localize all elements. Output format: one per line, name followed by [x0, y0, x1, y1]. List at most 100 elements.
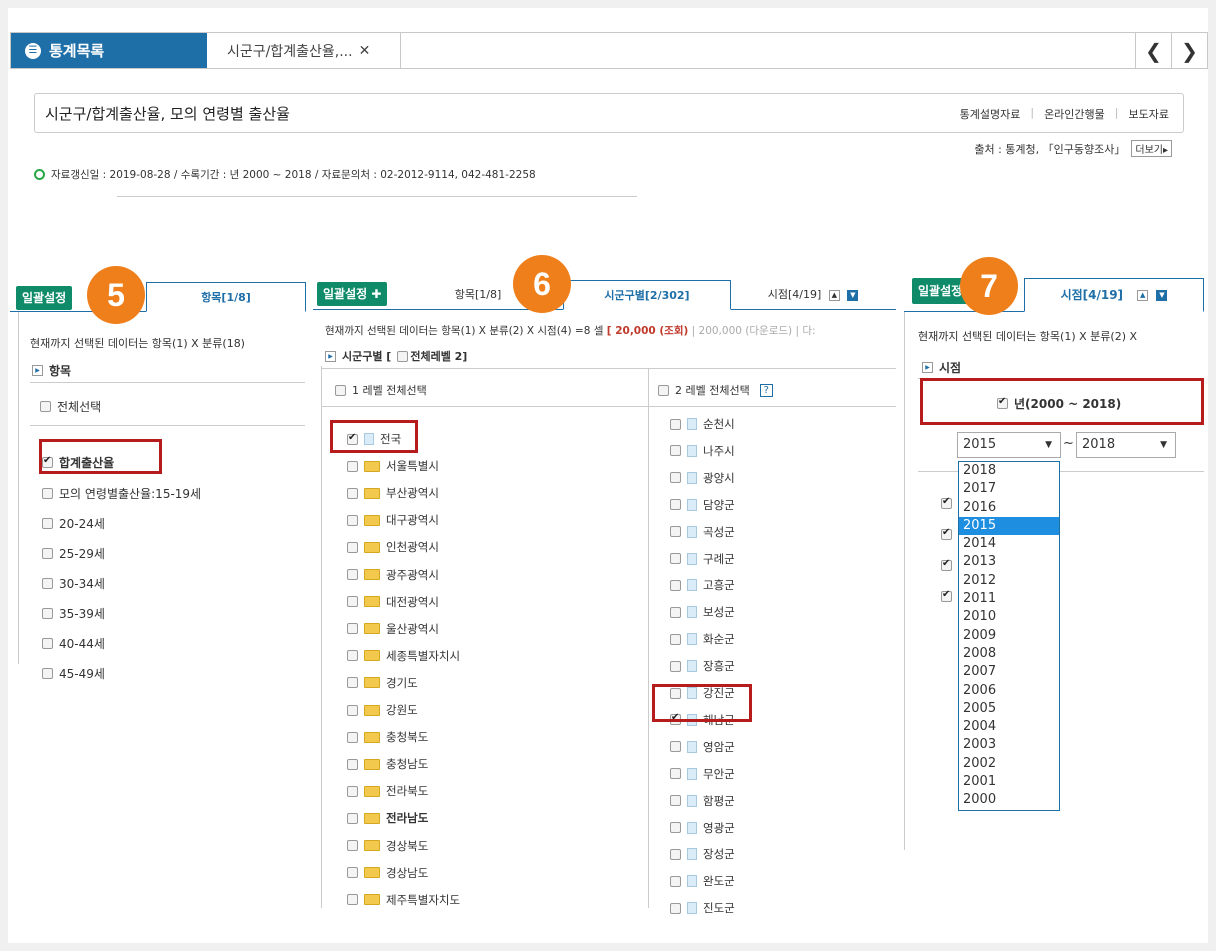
checkbox[interactable] [670, 902, 681, 914]
checkbox[interactable] [941, 496, 952, 509]
region-item[interactable]: 경상북도 [347, 838, 428, 854]
region-item[interactable]: 영광군 [670, 820, 735, 836]
checkbox[interactable] [941, 527, 952, 540]
checkbox[interactable] [670, 848, 681, 860]
year-option[interactable]: 2005 [959, 700, 1059, 718]
tab-region[interactable]: 시군구별[2/302] [563, 280, 731, 310]
region-item[interactable]: 곡성군 [670, 524, 735, 540]
region-item[interactable]: 광주광역시 [347, 567, 439, 583]
checkbox[interactable] [670, 579, 681, 591]
region-item[interactable]: 세종특별자치시 [347, 648, 460, 664]
expand-icon[interactable]: ▼ [847, 289, 859, 301]
collapse-icon[interactable]: ▲ [828, 289, 840, 301]
region-item[interactable]: 영암군 [670, 739, 735, 755]
region-item[interactable]: 진도군 [670, 900, 735, 916]
checkbox[interactable] [347, 785, 358, 797]
checkbox[interactable] [40, 401, 51, 412]
checkbox[interactable] [670, 606, 681, 618]
prev-button[interactable]: ❮ [1135, 33, 1171, 68]
list-item[interactable]: 20-24세 [42, 515, 105, 532]
tab-stat-list[interactable]: ☰ 통계목록 [11, 33, 207, 68]
year-option[interactable]: 2015 [959, 516, 1059, 536]
checkbox[interactable] [347, 650, 358, 662]
checkbox[interactable] [941, 558, 952, 571]
expand-icon[interactable]: ▼ [1156, 290, 1168, 301]
tab-time[interactable]: 시점[4/19] ▲ ▼ [753, 280, 873, 310]
year-option[interactable]: 2013 [959, 553, 1059, 571]
region-item[interactable]: 강원도 [347, 702, 418, 718]
close-icon[interactable]: ✕ [359, 43, 371, 59]
link-press-release[interactable]: 보도자료 [1129, 106, 1169, 122]
list-item[interactable]: 25-29세 [42, 545, 105, 562]
year-to-select[interactable]: 2018 ▼ [1076, 432, 1176, 458]
checkbox[interactable] [347, 460, 358, 472]
list-item[interactable]: 모의 연령별출산율:15-19세 [42, 485, 201, 502]
checkbox[interactable] [670, 875, 681, 887]
year-option[interactable]: 2009 [959, 627, 1059, 645]
region-item[interactable]: 장성군 [670, 846, 735, 862]
region-item[interactable]: 인천광역시 [347, 539, 439, 555]
checkbox[interactable] [670, 822, 681, 833]
collapse-icon[interactable]: ▲ [1137, 290, 1149, 301]
checkbox[interactable] [347, 758, 358, 770]
bulk-setting-button[interactable]: 일괄설정 [16, 286, 73, 310]
checkbox[interactable] [42, 578, 53, 589]
year-option[interactable]: 2011 [959, 590, 1059, 608]
checkbox[interactable] [347, 514, 358, 526]
checkbox[interactable] [670, 499, 681, 511]
checkbox[interactable] [347, 596, 358, 608]
region-item[interactable]: 대구광역시 [347, 512, 439, 528]
region-item[interactable]: 화순군 [670, 631, 735, 647]
region-item[interactable]: 보성군 [670, 604, 735, 620]
checkbox[interactable] [347, 541, 358, 553]
level2-select-all[interactable]: 2 레벨 전체선택 ? [658, 382, 773, 398]
region-item[interactable]: 서울특별시 [347, 458, 439, 474]
checkbox[interactable] [347, 812, 358, 824]
checkbox[interactable] [670, 768, 681, 780]
region-item[interactable]: 경기도 [347, 675, 418, 691]
checkbox[interactable] [347, 894, 358, 906]
checkbox[interactable] [670, 795, 681, 807]
more-button[interactable]: 더보기▸ [1131, 140, 1172, 157]
checked-year[interactable] [941, 527, 952, 540]
region-item[interactable]: 함평군 [670, 793, 735, 809]
checkbox[interactable] [670, 526, 681, 538]
region-item[interactable]: 대전광역시 [347, 594, 439, 610]
checked-year[interactable] [941, 589, 952, 602]
tab-document[interactable]: 시군구/합계출산율,... ✕ [211, 33, 401, 68]
year-option[interactable]: 2001 [959, 773, 1059, 791]
checkbox[interactable] [335, 384, 346, 396]
checkbox[interactable] [670, 633, 681, 645]
checkbox[interactable] [42, 638, 53, 649]
checkbox[interactable] [397, 350, 409, 362]
checkbox[interactable] [347, 487, 358, 499]
tab-time[interactable]: 시점[4/19] ▲ ▼ [1024, 278, 1204, 312]
year-option[interactable]: 2000 [959, 791, 1059, 809]
list-item[interactable]: 40-44세 [42, 635, 105, 652]
checkbox[interactable] [670, 418, 681, 430]
year-option[interactable]: 2016 [959, 499, 1059, 517]
checkbox[interactable] [347, 569, 358, 580]
region-item[interactable]: 전라남도 [347, 810, 428, 826]
region-item[interactable]: 나주시 [670, 443, 735, 459]
year-from-select[interactable]: 2015 ▼ [957, 432, 1061, 458]
year-option[interactable]: 2014 [959, 535, 1059, 553]
region-item[interactable]: 순천시 [670, 416, 735, 432]
region-item[interactable]: 전라북도 [347, 783, 428, 799]
year-option[interactable]: 2018 [959, 462, 1059, 480]
tab-item[interactable]: 항목[1/8] [433, 280, 523, 310]
year-option[interactable]: 2010 [959, 608, 1059, 626]
checkbox[interactable] [42, 608, 53, 619]
checkbox[interactable] [347, 623, 358, 635]
help-icon[interactable]: ? [759, 383, 773, 397]
checkbox[interactable] [42, 518, 53, 529]
year-option[interactable]: 2003 [959, 736, 1059, 754]
year-option[interactable]: 2002 [959, 755, 1059, 773]
list-item[interactable]: 35-39세 [42, 605, 105, 622]
region-item[interactable]: 경상남도 [347, 865, 428, 881]
link-stat-description[interactable]: 통계설명자료 [960, 106, 1021, 122]
region-item[interactable]: 제주특별자치도 [347, 892, 460, 908]
region-item[interactable]: 울산광역시 [347, 621, 439, 637]
checkbox[interactable] [42, 548, 53, 559]
checkbox[interactable] [670, 445, 681, 457]
